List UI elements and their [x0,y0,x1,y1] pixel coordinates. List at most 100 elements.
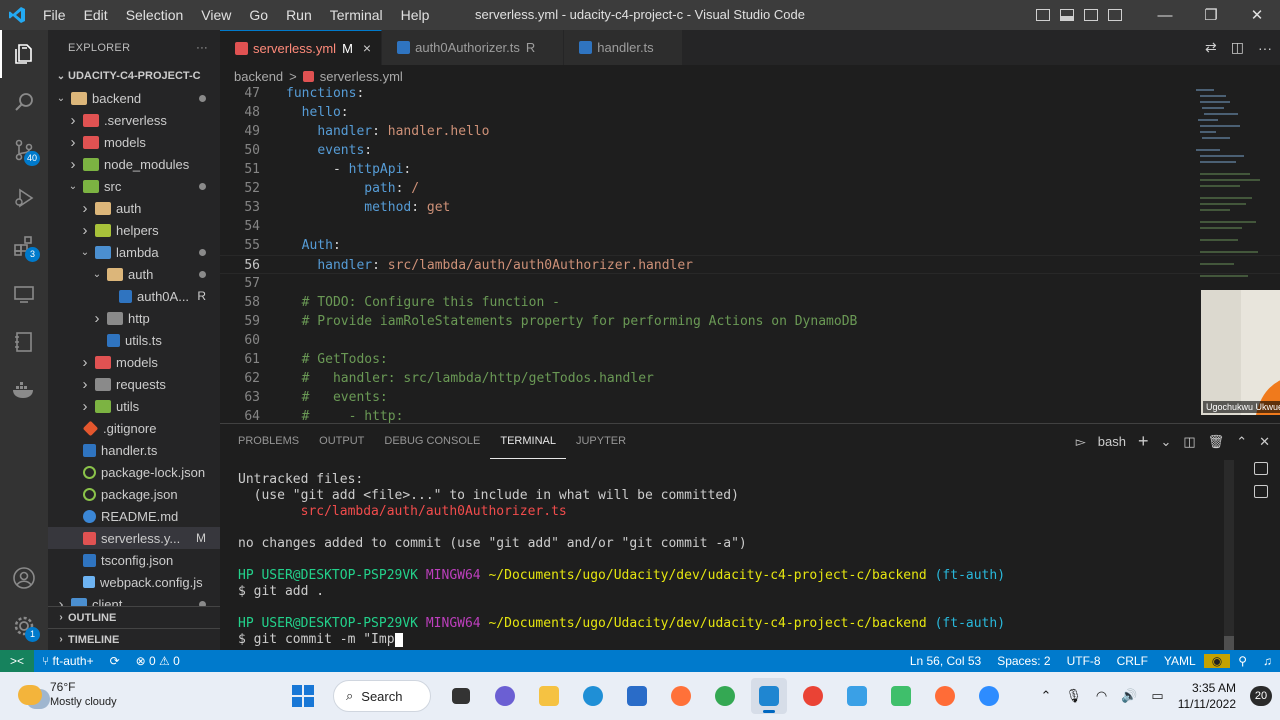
code-editor[interactable]: 47 functions: 48 hello: 49 handler: handler… [220,87,1280,423]
remote-indicator[interactable]: >< [0,650,34,672]
toggle-panel-icon[interactable] [1060,9,1074,21]
timeline-section[interactable]: › TIMELINE [48,628,220,650]
search-icon[interactable] [0,78,48,126]
code-line[interactable]: 59 # Provide iamRoleStatements property … [220,312,1280,331]
terminal-tab-icon[interactable] [1254,462,1268,475]
battery-icon[interactable]: ▭ [1151,688,1163,704]
vscode-icon[interactable] [751,678,787,714]
minimap[interactable] [1196,87,1266,287]
tree-item[interactable]: webpack.config.js [48,571,220,593]
file-explorer-icon[interactable] [531,678,567,714]
chrome-icon[interactable] [707,678,743,714]
terminal-tab-icon[interactable] [1254,485,1268,498]
notification-count[interactable]: 20 [1250,686,1272,706]
tree-item[interactable]: › requests [48,373,220,395]
taskbar-search[interactable]: ⌕ Search [333,680,431,712]
project-root[interactable]: ⌄ UDACITY-C4-PROJECT-C [48,65,220,87]
code-line[interactable]: 63 # events: [220,388,1280,407]
notepad-icon[interactable] [839,678,875,714]
outline-section[interactable]: › OUTLINE [48,606,220,628]
code-line[interactable]: 64 # - http: [220,407,1280,423]
menu-item-file[interactable]: File [34,0,75,30]
firefox-icon[interactable] [663,678,699,714]
notifications-bell-icon[interactable]: ♫ [1255,654,1280,668]
tree-item[interactable]: ⌄ auth [48,263,220,285]
tree-item[interactable]: auth0A... R [48,285,220,307]
code-line[interactable]: 61 # GetTodos: [220,350,1280,369]
toggle-secondary-sidebar-icon[interactable] [1084,9,1098,21]
code-line[interactable]: 54 [220,217,1280,236]
extensions-icon[interactable]: 3 [0,222,48,270]
panel-tab-debug-console[interactable]: DEBUG CONSOLE [374,424,490,459]
tree-item[interactable]: ⌄ backend [48,87,220,109]
code-line[interactable]: 50 events: [220,141,1280,160]
weather-widget[interactable]: 76°F Mostly cloudy [18,680,117,710]
sync-icon[interactable]: ⟳ [102,654,128,668]
minimize-button[interactable]: — [1142,0,1188,30]
tree-item[interactable]: handler.ts [48,439,220,461]
problems-indicator[interactable]: ⊗ 0 ⚠ 0 [128,654,188,668]
tree-item[interactable]: ⌄ src [48,175,220,197]
indentation[interactable]: Spaces: 2 [989,654,1058,668]
tree-item[interactable]: .gitignore [48,417,220,439]
chevron-down-icon[interactable]: ⌄ [1160,434,1171,450]
tree-item[interactable]: › models [48,131,220,153]
tree-item[interactable]: › helpers [48,219,220,241]
explorer-more-button[interactable]: ··· [196,42,208,54]
postman-icon[interactable] [927,678,963,714]
panel-tab-terminal[interactable]: TERMINAL [490,424,566,459]
customize-layout-icon[interactable] [1108,9,1122,21]
menu-item-view[interactable]: View [192,0,240,30]
tree-item[interactable]: › http [48,307,220,329]
chrome-alt-icon[interactable] [795,678,831,714]
menu-item-help[interactable]: Help [392,0,439,30]
terminal-scrollbar[interactable] [1224,460,1234,650]
clock[interactable]: 3:35 AM 11/11/2022 [1178,680,1236,712]
code-line[interactable]: 57 [220,274,1280,293]
tree-item[interactable]: › .serverless [48,109,220,131]
docker-icon[interactable] [0,366,48,414]
code-line[interactable]: 60 [220,331,1280,350]
split-editor-icon[interactable]: ◫ [1231,39,1244,56]
source-control-icon[interactable]: 40 [0,126,48,174]
tree-item[interactable]: serverless.y... M [48,527,220,549]
account-icon[interactable] [0,554,48,602]
breadcrumb-file[interactable]: serverless.yml [320,69,403,84]
menu-item-go[interactable]: Go [240,0,277,30]
tab-close-button[interactable]: × [363,40,371,56]
tree-item[interactable]: ⌄ lambda [48,241,220,263]
panel-tab-jupyter[interactable]: JUPYTER [566,424,636,459]
editor-tab[interactable]: auth0Authorizer.ts R [382,30,565,65]
microphone-icon[interactable]: 🎙 [1065,688,1082,704]
code-line[interactable]: 58 # TODO: Configure this function - [220,293,1280,312]
tree-item[interactable]: utils.ts [48,329,220,351]
code-line[interactable]: 62 # handler: src/lambda/http/getTodos.h… [220,369,1280,388]
code-line[interactable]: 55 Auth: [220,236,1280,255]
tree-item[interactable]: package.json [48,483,220,505]
gitkraken-icon[interactable] [883,678,919,714]
remote-explorer-icon[interactable] [0,270,48,318]
tree-item[interactable]: package-lock.json [48,461,220,483]
menu-item-run[interactable]: Run [277,0,321,30]
close-button[interactable]: ✕ [1234,0,1280,30]
zoom-icon[interactable] [971,678,1007,714]
code-line[interactable]: 56 handler: src/lambda/auth/auth0Authori… [220,255,1280,274]
notebook-icon[interactable] [0,318,48,366]
code-line[interactable]: 47 functions: [220,87,1280,103]
line-ending[interactable]: CRLF [1109,654,1156,668]
copilot-icon[interactable]: ◉ [1203,654,1231,668]
edge-icon[interactable] [575,678,611,714]
split-terminal-icon[interactable]: ◫ [1183,434,1195,450]
restore-button[interactable]: ❐ [1188,0,1234,30]
panel-tab-problems[interactable]: PROBLEMS [228,424,309,459]
panel-tab-output[interactable]: OUTPUT [309,424,374,459]
editor-tab[interactable]: serverless.yml M × [220,30,383,65]
code-line[interactable]: 53 method: get [220,198,1280,217]
maximize-panel-icon[interactable]: ⌃ [1236,434,1247,450]
feedback-icon[interactable]: ⚲ [1230,654,1255,668]
tree-item[interactable]: tsconfig.json [48,549,220,571]
tree-item[interactable]: › auth [48,197,220,219]
tree-item[interactable]: › node_modules [48,153,220,175]
code-line[interactable]: 51 - httpApi: [220,160,1280,179]
code-line[interactable]: 48 hello: [220,103,1280,122]
